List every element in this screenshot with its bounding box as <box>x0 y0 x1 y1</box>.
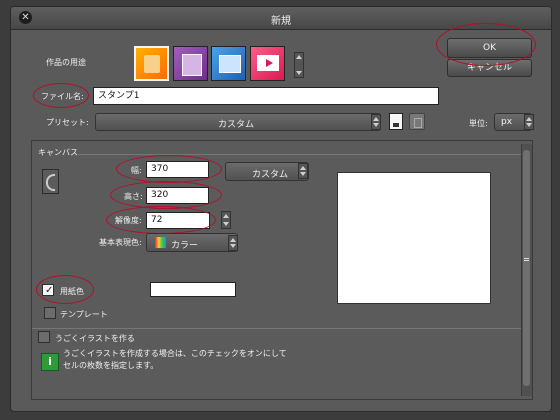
info-text-line1: うごくイラストを作成する場合は、このチェックをオンにして <box>63 349 287 358</box>
resolution-spinner[interactable] <box>221 211 231 229</box>
save-icon[interactable] <box>389 113 403 130</box>
animation-label: うごくイラストを作る <box>55 334 135 343</box>
new-document-dialog: ✕ 新規 作品の用途 OK キャンセル ファイル名: スタンプ1 プリセット: … <box>10 6 552 412</box>
animation-checkbox[interactable] <box>38 331 50 343</box>
height-highlight-ring <box>110 181 222 209</box>
print-purpose-icon[interactable] <box>211 46 246 81</box>
ok-highlight-ring <box>436 23 536 66</box>
paper-color-highlight-ring <box>36 275 94 304</box>
section-divider <box>78 154 524 155</box>
template-checkbox[interactable] <box>44 307 56 319</box>
size-preset-spinner[interactable] <box>298 163 308 179</box>
unit-spinner[interactable] <box>524 114 534 130</box>
rotate-icon[interactable] <box>42 169 59 194</box>
illustration-purpose-icon[interactable] <box>134 46 169 81</box>
color-mode-icon <box>155 237 166 248</box>
color-mode-spinner[interactable] <box>228 235 238 251</box>
unit-value: px <box>501 117 513 127</box>
preset-label: プリセット: <box>46 118 89 127</box>
preset-value: カスタム <box>217 120 254 130</box>
animation-divider <box>32 328 524 329</box>
panel-scrollbar[interactable] <box>521 144 532 396</box>
color-mode-value: カラー <box>171 241 199 251</box>
template-label: テンプレート <box>60 310 108 319</box>
animation-purpose-icon[interactable] <box>250 46 285 81</box>
paper-color-swatch[interactable] <box>150 282 236 297</box>
canvas-panel: キャンバス 幅: 370 高さ: 320 カスタム 解像度: 72 基本表現色:… <box>31 140 533 400</box>
info-text-line2: セルの枚数を指定します。 <box>63 361 159 370</box>
purpose-scroll[interactable] <box>294 52 304 78</box>
filename-input[interactable]: スタンプ1 <box>93 87 439 105</box>
width-highlight-ring <box>116 155 222 183</box>
size-preset-value: カスタム <box>252 170 289 180</box>
size-preset-dropdown[interactable]: カスタム <box>225 162 309 181</box>
color-mode-label: 基本表現色: <box>99 238 142 247</box>
trash-icon[interactable] <box>409 113 425 130</box>
info-icon: i <box>41 353 59 371</box>
color-mode-dropdown[interactable]: カラー <box>146 233 238 252</box>
filename-highlight-ring <box>33 83 89 108</box>
comic-purpose-icon[interactable] <box>173 46 208 81</box>
unit-label: 単位: <box>469 119 488 128</box>
purpose-label: 作品の用途 <box>46 58 86 67</box>
resolution-highlight-ring <box>106 206 216 234</box>
canvas-section-title: キャンバス <box>38 148 78 157</box>
preset-dropdown[interactable]: カスタム <box>95 113 381 131</box>
preset-spinner[interactable] <box>371 114 381 130</box>
scrollbar-thumb[interactable] <box>523 150 530 386</box>
canvas-preview <box>337 172 491 304</box>
